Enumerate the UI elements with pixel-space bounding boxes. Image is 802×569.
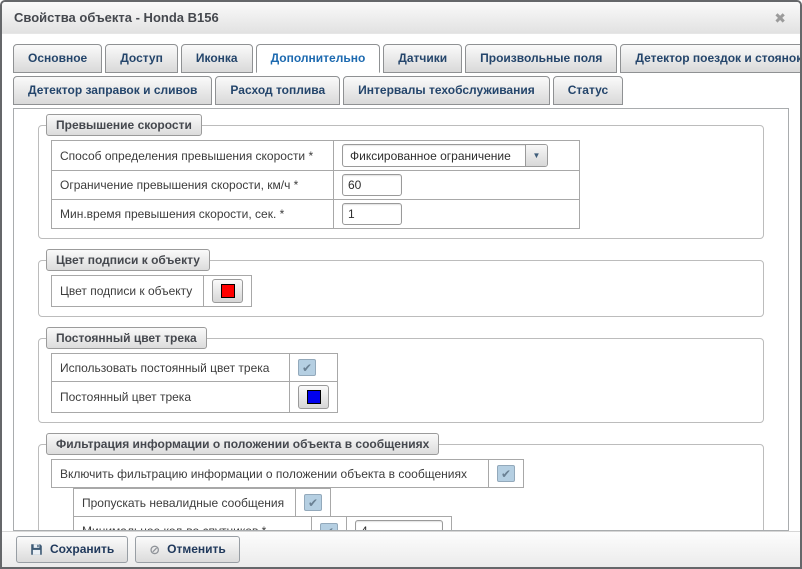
fieldset-speeding: Превышение скорости Способ определения п… bbox=[38, 125, 764, 239]
speeding-limit-label: Ограничение превышения скорости, км/ч * bbox=[52, 171, 334, 200]
table-row: Пропускать невалидные сообщения ✔ bbox=[74, 489, 331, 517]
fieldset-filtering: Фильтрация информации о положении объект… bbox=[38, 444, 764, 531]
filtering-enable-table: Включить фильтрацию информации о положен… bbox=[51, 459, 524, 488]
tab-intervaly-to[interactable]: Интервалы техобслуживания bbox=[343, 76, 550, 105]
table-row: Постоянный цвет трека bbox=[52, 382, 338, 413]
table-row: Мин.время превышения скорости, сек. * bbox=[52, 200, 580, 229]
tab-proizvolnye-polya[interactable]: Произвольные поля bbox=[465, 44, 617, 73]
speeding-method-value: Фиксированное ограничение bbox=[343, 145, 525, 166]
filtering-values-table: Минимальное кол-во спутников * ✔ Максима… bbox=[73, 516, 452, 531]
speeding-method-select[interactable]: Фиксированное ограничение ▼ bbox=[342, 144, 548, 167]
track-color-label: Постоянный цвет трека bbox=[52, 382, 290, 413]
tab-content-dopolnitelno: Превышение скорости Способ определения п… bbox=[13, 108, 789, 531]
tab-dostup[interactable]: Доступ bbox=[105, 44, 178, 73]
label-color-swatch bbox=[221, 284, 235, 298]
tab-row-2: Детектор заправок и сливов Расход топлив… bbox=[13, 76, 789, 105]
fieldset-track-color-legend: Постоянный цвет трека bbox=[46, 327, 207, 349]
table-row: Использовать постоянный цвет трека ✔ bbox=[52, 354, 338, 382]
dialog-titlebar: Свойства объекта - Honda B156 ✖ bbox=[2, 2, 800, 34]
speeding-method-label: Способ определения превышения скорости * bbox=[52, 141, 334, 171]
tab-detektor-zapravok[interactable]: Детектор заправок и сливов bbox=[13, 76, 212, 105]
fieldset-label-color-legend: Цвет подписи к объекту bbox=[46, 249, 210, 271]
table-row: Цвет подписи к объекту bbox=[52, 276, 252, 307]
skip-invalid-checkbox[interactable]: ✔ bbox=[304, 494, 322, 511]
speeding-min-time-label: Мин.время превышения скорости, сек. * bbox=[52, 200, 334, 229]
table-row: Ограничение превышения скорости, км/ч * bbox=[52, 171, 580, 200]
filtering-enable-label: Включить фильтрацию информации о положен… bbox=[52, 460, 489, 488]
table-row: Минимальное кол-во спутников * ✔ bbox=[74, 517, 452, 532]
tab-detektor-poezdok[interactable]: Детектор поездок и стоянок bbox=[620, 44, 800, 73]
tab-datchiki[interactable]: Датчики bbox=[383, 44, 462, 73]
tab-rashod-topliva[interactable]: Расход топлива bbox=[215, 76, 340, 105]
close-icon[interactable]: ✖ bbox=[772, 9, 788, 27]
skip-invalid-label: Пропускать невалидные сообщения bbox=[74, 489, 296, 517]
cancel-button[interactable]: ⊘ Отменить bbox=[135, 536, 240, 563]
dialog-footer: Сохранить ⊘ Отменить bbox=[2, 531, 800, 567]
track-color-use-label: Использовать постоянный цвет трека bbox=[52, 354, 290, 382]
tab-status[interactable]: Статус bbox=[553, 76, 623, 105]
tab-row-1: Основное Доступ Иконка Дополнительно Дат… bbox=[13, 44, 789, 73]
speeding-table: Способ определения превышения скорости *… bbox=[51, 140, 580, 229]
filtering-enable-checkbox[interactable]: ✔ bbox=[497, 465, 515, 482]
object-properties-dialog: Свойства объекта - Honda B156 ✖ Основное… bbox=[0, 0, 802, 569]
dialog-body: Основное Доступ Иконка Дополнительно Дат… bbox=[2, 34, 800, 531]
label-color-picker-button[interactable] bbox=[212, 279, 243, 303]
table-row: Способ определения превышения скорости *… bbox=[52, 141, 580, 171]
min-satellites-input[interactable] bbox=[355, 520, 443, 531]
table-row: Включить фильтрацию информации о положен… bbox=[52, 460, 524, 488]
fieldset-track-color: Постоянный цвет трека Использовать посто… bbox=[38, 338, 764, 423]
tab-ikonka[interactable]: Иконка bbox=[181, 44, 253, 73]
tab-dopolnitelno[interactable]: Дополнительно bbox=[256, 44, 381, 73]
track-color-use-checkbox[interactable]: ✔ bbox=[298, 359, 316, 376]
cancel-button-label: Отменить bbox=[167, 542, 226, 556]
cancel-icon: ⊘ bbox=[149, 543, 160, 556]
skip-invalid-table: Пропускать невалидные сообщения ✔ bbox=[73, 488, 331, 517]
min-satellites-checkbox[interactable]: ✔ bbox=[320, 523, 338, 532]
chevron-down-icon[interactable]: ▼ bbox=[525, 145, 547, 166]
min-satellites-label: Минимальное кол-во спутников * bbox=[74, 517, 312, 532]
fieldset-label-color: Цвет подписи к объекту Цвет подписи к об… bbox=[38, 260, 764, 317]
tab-osnovnoe[interactable]: Основное bbox=[13, 44, 102, 73]
fieldset-filtering-legend: Фильтрация информации о положении объект… bbox=[46, 433, 439, 455]
dialog-title: Свойства объекта - Honda B156 bbox=[14, 10, 772, 25]
track-color-table: Использовать постоянный цвет трека ✔ Пос… bbox=[51, 353, 338, 413]
save-button-label: Сохранить bbox=[50, 542, 114, 556]
label-color-label: Цвет подписи к объекту bbox=[52, 276, 204, 307]
label-color-table: Цвет подписи к объекту bbox=[51, 275, 252, 307]
speeding-limit-input[interactable] bbox=[342, 174, 402, 196]
track-color-picker-button[interactable] bbox=[298, 385, 329, 409]
track-color-swatch bbox=[307, 390, 321, 404]
save-button[interactable]: Сохранить bbox=[16, 536, 128, 563]
filtering-sub-options: Пропускать невалидные сообщения ✔ Минима… bbox=[73, 488, 751, 531]
speeding-min-time-input[interactable] bbox=[342, 203, 402, 225]
fieldset-speeding-legend: Превышение скорости bbox=[46, 114, 202, 136]
save-icon bbox=[30, 543, 43, 556]
